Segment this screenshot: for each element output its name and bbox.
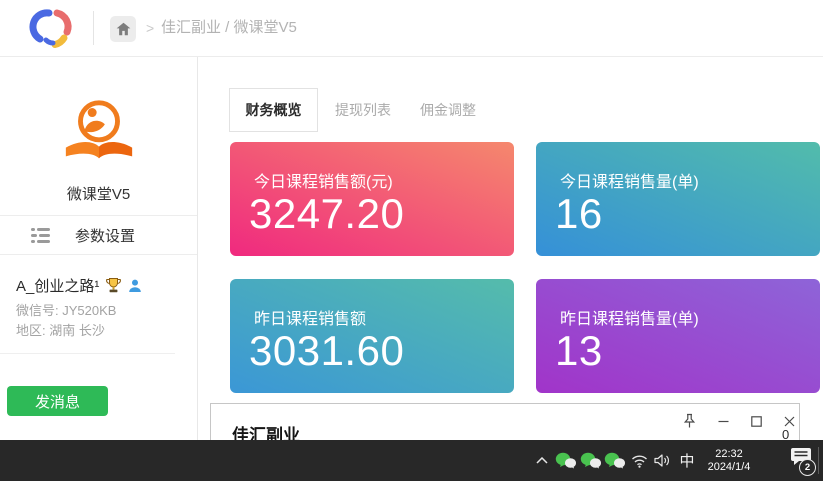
stat-value: 16 — [555, 190, 603, 238]
top-header: > 佳汇副业 / 微课堂V5 — [0, 0, 823, 57]
notification-count-badge: 2 — [799, 459, 816, 476]
stat-value: 3247.20 — [249, 190, 404, 238]
show-desktop-button[interactable] — [818, 447, 819, 474]
header-divider — [93, 11, 94, 45]
stat-card-today-sales-amount: 今日课程销售额(元) 3247.20 — [230, 142, 514, 256]
breadcrumb[interactable]: 佳汇副业 / 微课堂V5 — [161, 0, 297, 56]
speaker-icon — [654, 453, 671, 468]
tray-date: 2024/1/4 — [708, 461, 751, 474]
stat-label: 昨日课程销售量(单) — [560, 305, 699, 329]
stat-label: 昨日课程销售额 — [254, 305, 366, 329]
tab-finance-overview[interactable]: 财务概览 — [229, 88, 318, 132]
windows-taskbar: 中 22:32 2024/1/4 2 — [0, 440, 823, 481]
tab-commission-adjust[interactable]: 佣金调整 — [420, 88, 476, 132]
user-wechat-id: 微信号: JY520KB — [16, 300, 116, 319]
pin-icon — [682, 413, 697, 429]
tray-ime-indicator[interactable]: 中 — [677, 440, 697, 481]
stat-card-yesterday-sales-amount: 昨日课程销售额 3031.60 — [230, 279, 514, 393]
user-person-icon — [128, 279, 142, 293]
brand-swirl-logo-icon — [28, 7, 78, 51]
stat-card-today-sales-count: 今日课程销售量(单) 16 — [536, 142, 820, 256]
wifi-icon — [631, 454, 648, 468]
tray-wechat-icon-2[interactable] — [579, 440, 603, 481]
tray-show-hidden-icons-button[interactable] — [533, 440, 551, 481]
wechat-icon — [580, 452, 602, 469]
stat-label: 今日课程销售量(单) — [560, 168, 699, 192]
sidebar: 微课堂V5 参数设置 A_创业之路¹ — [0, 57, 198, 440]
close-icon — [784, 416, 795, 427]
stat-value: 3031.60 — [249, 327, 404, 375]
home-button[interactable] — [110, 16, 136, 42]
send-message-button[interactable]: 发消息 — [7, 386, 108, 416]
maximize-icon — [751, 416, 762, 427]
breadcrumb-chevron-icon: > — [146, 0, 154, 56]
minimize-button[interactable] — [710, 409, 736, 433]
pin-button[interactable] — [676, 409, 702, 433]
chevron-up-icon — [536, 457, 548, 464]
user-region: 地区: 湖南 长沙 — [16, 320, 105, 339]
shop-logo-icon — [60, 93, 138, 173]
stat-value: 13 — [555, 327, 603, 375]
tray-network-button[interactable] — [629, 440, 649, 481]
home-icon — [116, 22, 131, 36]
settings-list-icon — [31, 226, 52, 245]
tray-clock[interactable]: 22:32 2024/1/4 — [699, 440, 759, 481]
tray-volume-button[interactable] — [652, 440, 673, 481]
stat-label: 今日课程销售额(元) — [254, 168, 393, 192]
minimize-icon — [718, 416, 729, 427]
tab-withdraw-list[interactable]: 提现列表 — [335, 88, 391, 132]
tray-wechat-icon-3[interactable] — [603, 440, 627, 481]
wechat-icon — [604, 452, 626, 469]
sidebar-divider — [0, 353, 175, 354]
stat-card-yesterday-sales-count: 昨日课程销售量(单) 13 — [536, 279, 820, 393]
tray-wechat-icon-1[interactable] — [554, 440, 578, 481]
tray-time: 22:32 — [715, 448, 743, 461]
shop-name: 微课堂V5 — [0, 183, 197, 204]
maximize-button[interactable] — [743, 409, 769, 433]
wechat-icon — [555, 452, 577, 469]
user-name-row: A_创业之路¹ — [16, 275, 142, 296]
sidebar-item-settings-label: 参数设置 — [75, 225, 135, 246]
trophy-icon — [105, 277, 122, 294]
user-name: A_创业之路¹ — [16, 275, 99, 296]
sidebar-item-settings[interactable]: 参数设置 — [0, 215, 197, 255]
main-content: 财务概览 提现列表 佣金调整 今日课程销售额(元) 3247.20 今日课程销售… — [198, 57, 823, 440]
tray-notification-button[interactable]: 2 — [788, 440, 818, 481]
screen: > 佳汇副业 / 微课堂V5 微课堂V5 参数设置 — [0, 0, 823, 481]
